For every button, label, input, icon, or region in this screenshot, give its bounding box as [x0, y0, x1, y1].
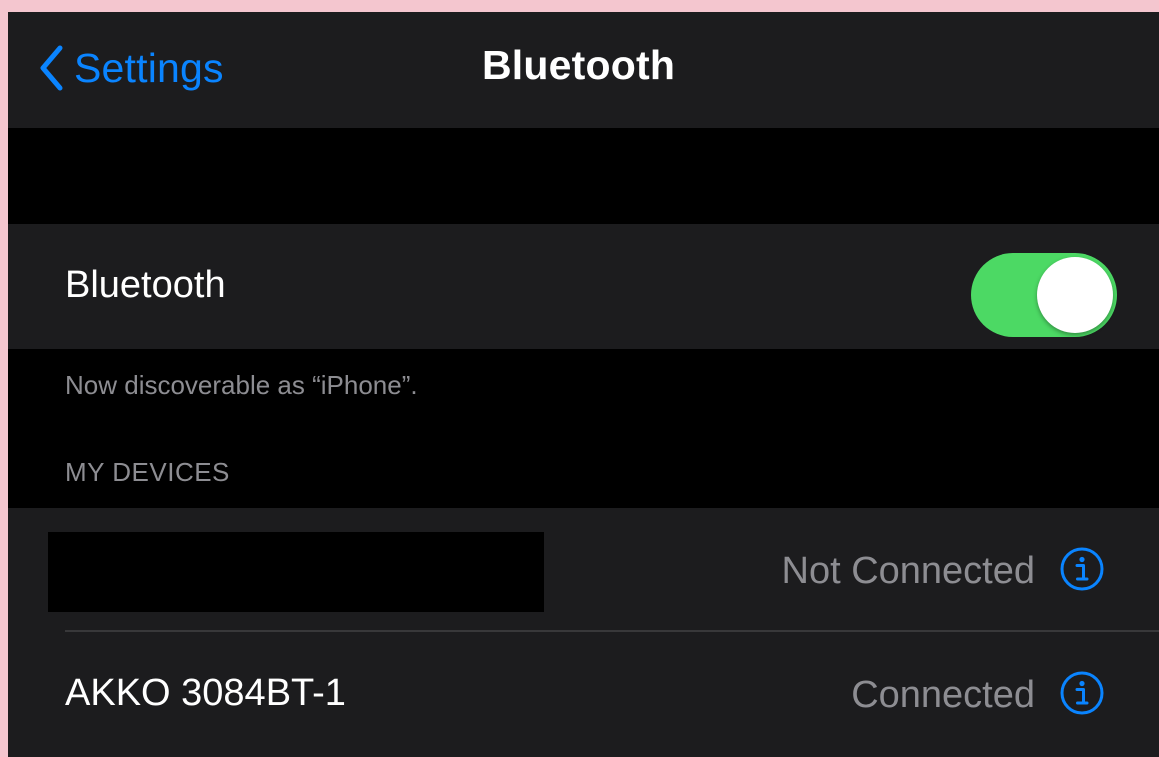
page-title: Bluetooth: [482, 42, 676, 88]
discoverable-footer: Now discoverable as “iPhone”.: [65, 370, 418, 400]
settings-screen: Settings Bluetooth Bluetooth Now discove…: [8, 12, 1159, 757]
my-devices-header: MY DEVICES: [65, 457, 230, 487]
device-status: Not Connected: [781, 550, 1036, 592]
device-status: Connected: [851, 674, 1035, 716]
bluetooth-label: Bluetooth: [65, 264, 226, 306]
device-row-akko[interactable]: AKKO 3084BT-1 Connected: [8, 632, 1159, 754]
navigation-bar: Settings Bluetooth: [8, 12, 1159, 128]
section-spacer: [8, 128, 1159, 224]
info-icon[interactable]: [1059, 546, 1105, 592]
back-button[interactable]: Settings: [38, 38, 224, 98]
bluetooth-toggle[interactable]: [971, 253, 1117, 337]
my-devices-list: Not Connected AKKO 3084BT-1 Connected: [8, 508, 1159, 757]
back-button-label: Settings: [74, 44, 224, 91]
device-name: AKKO 3084BT-1: [65, 672, 346, 714]
device-row-redacted[interactable]: Not Connected: [8, 508, 1159, 632]
info-icon[interactable]: [1059, 670, 1105, 716]
toggle-knob: [1037, 257, 1113, 333]
chevron-left-icon: [38, 44, 64, 92]
bluetooth-toggle-row: Bluetooth: [8, 224, 1159, 349]
redacted-device-name: [48, 532, 544, 612]
